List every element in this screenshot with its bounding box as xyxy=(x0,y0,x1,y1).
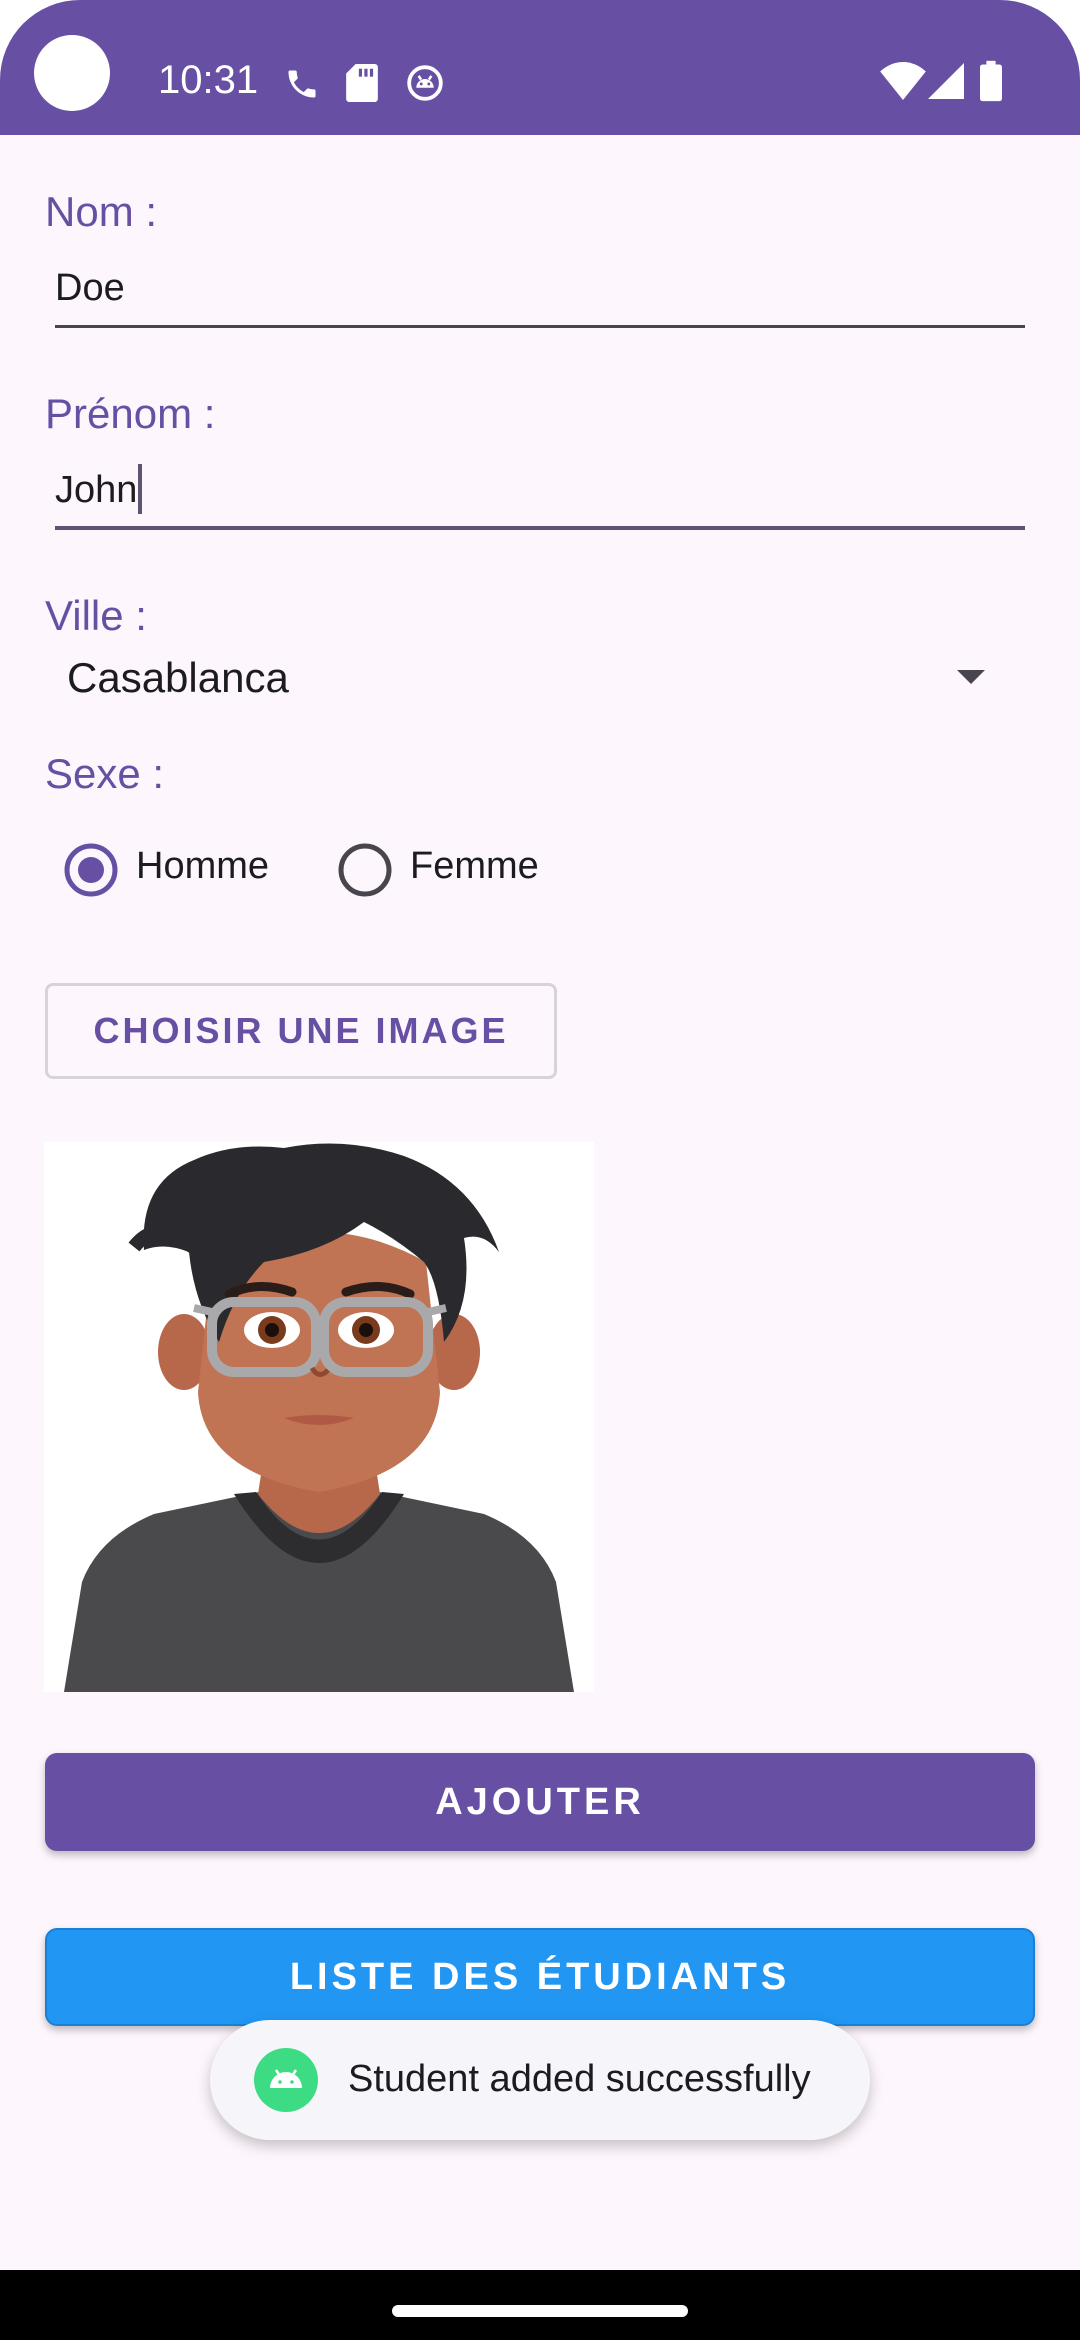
prenom-input[interactable]: John xyxy=(55,460,1025,530)
home-gesture-handle[interactable] xyxy=(392,2305,688,2317)
nom-input[interactable]: Doe xyxy=(55,258,1025,328)
dropdown-arrow-icon xyxy=(957,670,985,684)
battery-icon xyxy=(980,60,1002,102)
navigation-bar xyxy=(0,2270,1080,2340)
sexe-label: Sexe : xyxy=(45,750,165,797)
ville-dropdown[interactable]: Casablanca xyxy=(45,648,1025,712)
radio-selected-icon xyxy=(64,843,118,897)
status-bar: 10:31 xyxy=(0,0,1080,135)
app-screen: 10:31 Nom : Doe Prénom: John Ville: Ca… xyxy=(0,0,1080,2340)
sd-card-icon xyxy=(346,64,378,102)
text-cursor xyxy=(138,463,143,514)
prenom-input-value: John xyxy=(55,469,138,511)
nom-input-value: Doe xyxy=(55,267,125,309)
wifi-icon xyxy=(880,62,926,100)
toast-message: Student added successfully xyxy=(348,2058,811,2100)
student-list-button[interactable]: LISTE DES ÉTUDIANTS xyxy=(45,1928,1035,2026)
ville-selected-value: Casablanca xyxy=(67,654,289,701)
camera-cutout xyxy=(34,35,110,111)
sexe-radio-group: Homme Femme xyxy=(56,835,656,905)
student-photo xyxy=(44,1142,594,1692)
debug-icon xyxy=(407,65,443,101)
nom-label: Nom : xyxy=(45,188,158,235)
android-icon xyxy=(254,2048,318,2112)
phone-icon xyxy=(288,70,316,98)
radio-femme-label: Femme xyxy=(410,845,539,887)
add-button[interactable]: AJOUTER xyxy=(45,1753,1035,1851)
ville-label: Ville : xyxy=(45,592,147,639)
prenom-label: Prénom : xyxy=(45,390,216,437)
radio-homme-label: Homme xyxy=(136,845,270,887)
avatar-illustration xyxy=(64,1143,574,1692)
cell-signal-icon xyxy=(928,63,964,99)
radio-unselected-icon xyxy=(338,843,392,897)
choose-image-button[interactable]: CHOISIR UNE IMAGE xyxy=(45,983,557,1079)
toast-notification: Student added successfully xyxy=(210,2020,870,2140)
status-time: 10:31 xyxy=(158,58,259,102)
